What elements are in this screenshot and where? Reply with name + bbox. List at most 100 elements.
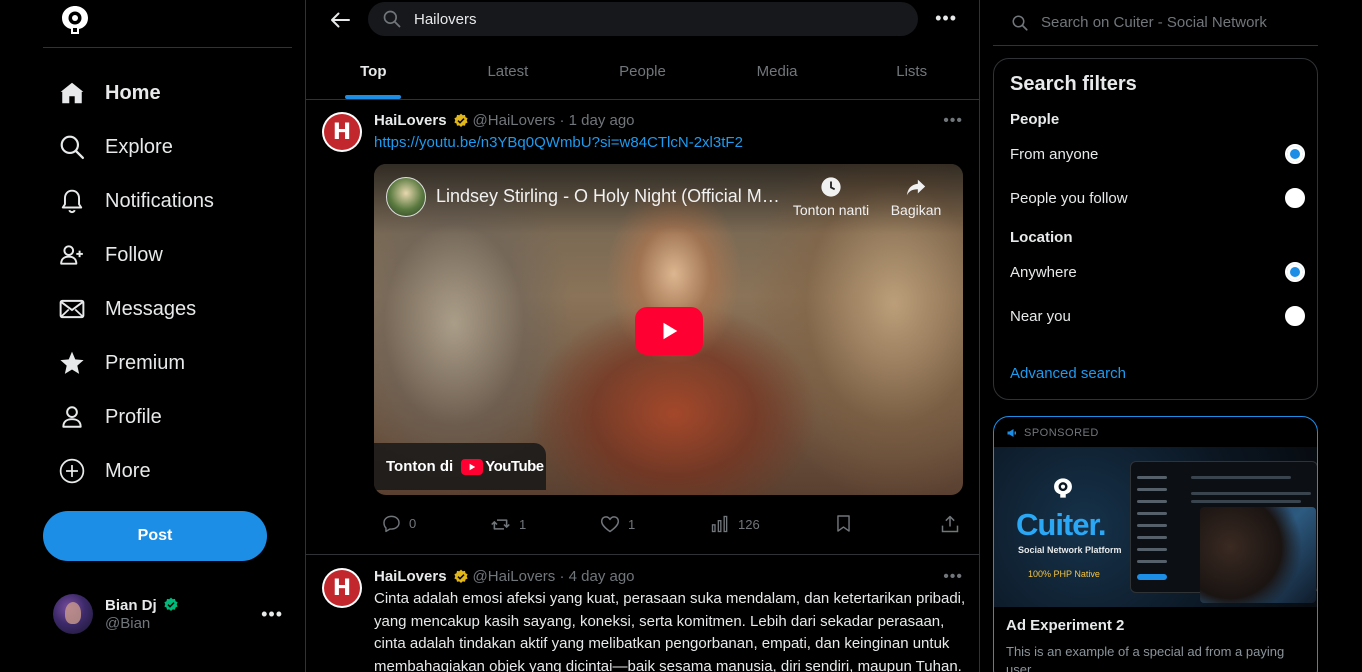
- watch-on-label: Tonton di: [386, 458, 454, 475]
- more-options-icon[interactable]: •••: [935, 8, 957, 29]
- account-name-row: Bian Dj: [105, 597, 179, 614]
- avatar: [53, 594, 93, 634]
- like-button[interactable]: 1: [600, 514, 635, 534]
- repost-icon: [491, 519, 510, 530]
- search-input[interactable]: [414, 10, 894, 28]
- account-more-icon[interactable]: •••: [261, 604, 283, 625]
- sponsored-ad[interactable]: SPONSORED Cuiter. Social Network Platfor…: [993, 416, 1318, 672]
- reply-count: 0: [409, 516, 417, 531]
- tweet[interactable]: H HaiLovers @HaiLovers · 4 day ago ••• C…: [306, 556, 979, 672]
- bookmark-icon: [837, 515, 850, 532]
- share-button[interactable]: Bagikan: [876, 176, 956, 218]
- verified-green-icon: [164, 597, 178, 611]
- tab-top[interactable]: Top: [306, 44, 441, 99]
- tweet-more-icon[interactable]: •••: [943, 112, 963, 130]
- ad-brand: Cuiter.: [1016, 507, 1106, 542]
- account-names: Bian Dj @Bian: [105, 597, 179, 632]
- filter-near-you[interactable]: Near you: [1010, 304, 1305, 328]
- sidebar-item-notifications[interactable]: Notifications: [43, 179, 283, 223]
- account-switcher[interactable]: Bian Dj @Bian •••: [53, 592, 283, 636]
- tab-lists[interactable]: Lists: [844, 44, 979, 99]
- envelope-icon: [58, 295, 86, 323]
- watch-on-youtube[interactable]: Tonton di YouTube: [374, 443, 546, 490]
- sidebar-item-messages[interactable]: Messages: [43, 287, 283, 331]
- radio-selected[interactable]: [1285, 144, 1305, 164]
- tab-people[interactable]: People: [575, 44, 710, 99]
- ad-title[interactable]: Ad Experiment 2: [1006, 617, 1124, 634]
- ad-tagline: Social Network Platform: [1018, 545, 1122, 555]
- mock-line: [1137, 536, 1167, 539]
- home-icon: [58, 79, 86, 107]
- repost-button[interactable]: 1: [490, 514, 526, 535]
- tweet-text: Cinta adalah emosi afeksi yang kuat, per…: [374, 590, 966, 672]
- radio-selected[interactable]: [1285, 262, 1305, 282]
- sidebar-item-more[interactable]: More: [43, 449, 283, 493]
- reply-button[interactable]: 0: [382, 514, 416, 533]
- channel-avatar[interactable]: [386, 177, 426, 217]
- share-label: Bagikan: [890, 202, 942, 218]
- sponsored-label-row: SPONSORED: [1006, 427, 1099, 439]
- tweet-author-name[interactable]: HaiLovers: [374, 112, 447, 129]
- site-search-input[interactable]: [1041, 14, 1311, 31]
- back-arrow-icon[interactable]: [328, 8, 352, 32]
- sidebar-item-label: Explore: [105, 135, 173, 158]
- sidebar-item-profile[interactable]: Profile: [43, 395, 283, 439]
- mock-line: [1137, 548, 1167, 551]
- radio-unselected[interactable]: [1285, 188, 1305, 208]
- advanced-search-link[interactable]: Advanced search: [1010, 365, 1126, 382]
- radio-unselected[interactable]: [1285, 306, 1305, 326]
- megaphone-icon: [1007, 429, 1016, 437]
- ad-native: 100% PHP Native: [1028, 569, 1100, 579]
- sponsored-label: SPONSORED: [1024, 427, 1099, 439]
- right-sidebar: Search filters People From anyone People…: [993, 0, 1318, 672]
- tweet-more-icon[interactable]: •••: [943, 568, 963, 586]
- filter-anywhere[interactable]: Anywhere: [1010, 260, 1305, 284]
- star-icon: [58, 349, 86, 377]
- plus-circle-icon: [58, 457, 86, 485]
- cuiter-logo-icon[interactable]: [59, 4, 91, 36]
- search-field[interactable]: [368, 2, 918, 36]
- bell-icon: [58, 187, 86, 215]
- tweet-author-name[interactable]: HaiLovers: [374, 568, 447, 585]
- sidebar-item-home[interactable]: Home: [43, 71, 283, 115]
- video-title[interactable]: Lindsey Stirling - O Holy Night (Officia…: [436, 186, 786, 207]
- tab-latest[interactable]: Latest: [441, 44, 576, 99]
- filter-from-anyone[interactable]: From anyone: [1010, 142, 1305, 166]
- account-handle: @Bian: [105, 614, 151, 632]
- like-count: 1: [628, 516, 636, 532]
- share-tweet-button[interactable]: [940, 514, 960, 534]
- sidebar-item-explore[interactable]: Explore: [43, 125, 283, 169]
- search-header: •••: [306, 0, 979, 44]
- tweet-avatar[interactable]: H: [322, 112, 362, 152]
- youtube-logo-icon: YouTube: [461, 458, 544, 475]
- verified-gold-icon: [453, 569, 468, 583]
- bookmark-button[interactable]: [834, 514, 853, 533]
- tweet[interactable]: H HaiLovers @HaiLovers · 1 day ago ••• h…: [306, 100, 979, 555]
- sidebar-item-follow[interactable]: Follow: [43, 233, 283, 277]
- tweet-avatar[interactable]: H: [322, 568, 362, 608]
- sidebar-item-premium[interactable]: Premium: [43, 341, 283, 385]
- left-sidebar: Home Explore Notifications Follow Messag…: [43, 0, 292, 672]
- filters-title: Search filters: [1010, 73, 1137, 95]
- filter-people-you-follow[interactable]: People you follow: [1010, 186, 1305, 210]
- site-search[interactable]: [993, 0, 1318, 46]
- views-chart-icon: [711, 515, 728, 533]
- tweet-link[interactable]: https://youtu.be/n3YBq0QWmbU?si=w84CTlcN…: [374, 134, 743, 151]
- watch-later-button[interactable]: Tonton nanti: [791, 176, 871, 218]
- search-tabs: Top Latest People Media Lists: [306, 44, 979, 100]
- search-icon: [382, 9, 402, 29]
- play-button[interactable]: [635, 307, 703, 355]
- youtube-wordmark: YouTube: [485, 458, 544, 475]
- ad-image[interactable]: Cuiter. Social Network Platform 100% PHP…: [994, 447, 1317, 607]
- filter-label: From anyone: [1010, 145, 1099, 163]
- play-icon: [663, 322, 678, 340]
- views-button[interactable]: 126: [710, 514, 760, 534]
- youtube-play-badge: [461, 458, 484, 475]
- sidebar-item-label: Follow: [105, 243, 163, 266]
- sidebar-item-label: Messages: [105, 297, 197, 320]
- mock-line: [1191, 500, 1301, 503]
- post-button[interactable]: Post: [43, 511, 267, 561]
- location-heading: Location: [1010, 229, 1073, 246]
- youtube-embed[interactable]: Lindsey Stirling - O Holy Night (Officia…: [374, 164, 963, 495]
- tab-media[interactable]: Media: [710, 44, 845, 99]
